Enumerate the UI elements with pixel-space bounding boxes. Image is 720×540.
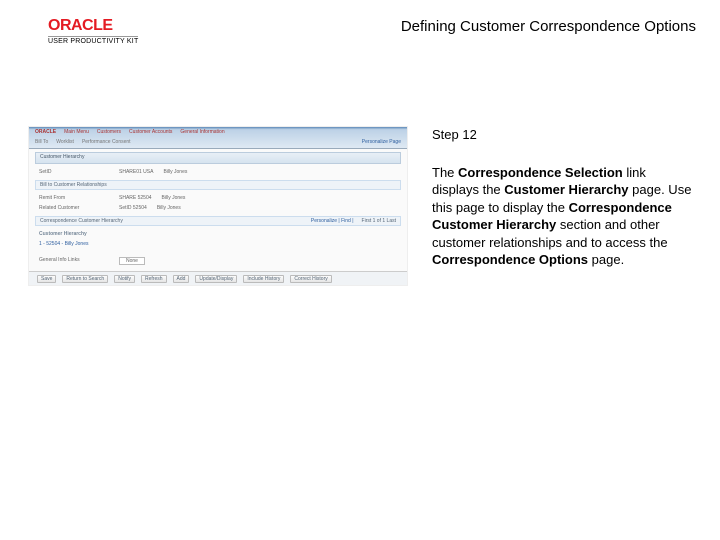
ss-footer-row: General Info Links None [29,255,407,267]
instr-b4: Correspondence Options [432,252,588,267]
ss-row1-value: SHARE01 USA [119,169,153,175]
ss-list-item: 1 - 52504 - Billy Jones [29,239,407,249]
ss-nav-2: Customer Accounts [129,129,172,135]
ss-logo: ORACLE [35,129,56,135]
ss-list-range: First 1 of 1 Last [362,218,396,224]
instruction-paragraph: The Correspondence Selection link displa… [432,164,696,269]
ss-personalize-link: Personalize Page [362,139,401,145]
logo-main-text: ORACLE [48,18,138,34]
ss-list-item-link: 1 - 52504 - Billy Jones [39,241,88,247]
ss-tab-0: Bill To [35,139,48,145]
ss-row2-name: Billy Jones [162,195,186,201]
ss-refresh-button: Refresh [141,275,167,283]
ss-list-sub: Customer Hierarchy [29,229,407,239]
ss-row3-name: Billy Jones [157,205,181,211]
ss-section-customer-hierarchy: Customer Hierarchy [35,152,401,164]
ss-nav-3: General Information [180,129,224,135]
ss-row2-value: SHARE 52504 [119,195,152,201]
ss-section-billto: Bill to Customer Relationships [35,180,401,190]
ss-add-button: Add [173,275,190,283]
embedded-screenshot: ORACLE Main Menu Customers Customer Acco… [28,126,408,286]
page-header: ORACLE USER PRODUCTIVITY KIT Defining Cu… [48,18,696,45]
ss-action-bar: Save Return to Search Notify Refresh Add… [29,271,407,286]
page-title: Defining Customer Correspondence Options [401,18,696,35]
step-label: Step 12 [432,126,696,144]
ss-notify-button: Notify [114,275,135,283]
instr-t5: page. [588,252,624,267]
content-area: ORACLE Main Menu Customers Customer Acco… [28,126,696,286]
instr-b1: Correspondence Selection [458,165,623,180]
ss-tab-2: Performance Consent [82,139,131,145]
ss-history-button: Include History [243,275,284,283]
ss-row1-label: SetID [39,169,109,175]
instruction-panel: Step 12 The Correspondence Selection lin… [432,126,696,286]
ss-row-3: Related Customer SetID 52504 Billy Jones [29,203,407,213]
instr-t1: The [432,165,458,180]
ss-row3-value: SetID 52504 [119,205,147,211]
ss-footer-value: None [119,257,145,265]
logo-sub-text: USER PRODUCTIVITY KIT [48,36,138,45]
oracle-logo: ORACLE USER PRODUCTIVITY KIT [48,18,138,45]
ss-row-1: SetID SHARE01 USA Billy Jones [29,167,407,177]
ss-breadcrumb: ORACLE Main Menu Customers Customer Acco… [29,127,407,137]
ss-update-button: Update/Display [195,275,237,283]
ss-row1-name: Billy Jones [163,169,187,175]
ss-header: ORACLE Main Menu Customers Customer Acco… [29,127,407,149]
ss-nav-0: Main Menu [64,129,89,135]
ss-list-header: Correspondence Customer Hierarchy Person… [35,216,401,226]
ss-save-button: Save [37,275,56,283]
ss-return-button: Return to Search [62,275,108,283]
ss-nav-1: Customers [97,129,121,135]
instr-b2: Customer Hierarchy [504,182,628,197]
ss-row3-label: Related Customer [39,205,109,211]
ss-tabs: Bill To Worklist Performance Consent Per… [29,137,407,147]
ss-row2-label: Remit From [39,195,109,201]
ss-correct-button: Correct History [290,275,331,283]
ss-tab-1: Worklist [56,139,74,145]
ss-footer-label: General Info Links [39,257,109,265]
ss-list-tools: Personalize | Find | [311,218,354,224]
ss-list-title: Correspondence Customer Hierarchy [40,218,123,224]
ss-row-2: Remit From SHARE 52504 Billy Jones [29,193,407,203]
